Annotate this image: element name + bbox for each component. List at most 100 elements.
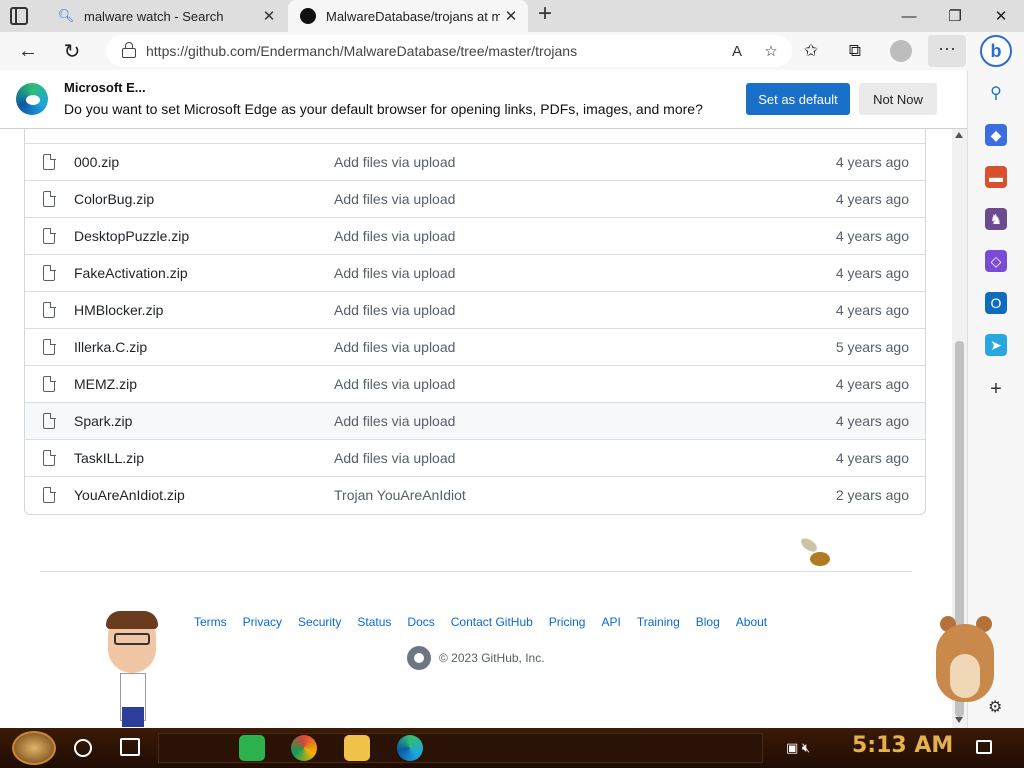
footer-link-docs[interactable]: Docs <box>407 615 434 629</box>
footer-link-api[interactable]: API <box>601 615 620 629</box>
microsoft-365-icon[interactable]: ◇ <box>985 250 1007 272</box>
scroll-up-arrow-icon[interactable] <box>955 132 963 138</box>
table-row[interactable]: Spark.zip Add files via upload 4 years a… <box>25 402 925 439</box>
bing-chat-icon[interactable]: b <box>980 35 1012 67</box>
table-row[interactable]: YouAreAnIdiot.zip Trojan YouAreAnIdiot 2… <box>25 476 925 513</box>
hamster-character[interactable] <box>928 604 1002 706</box>
edge-icon[interactable] <box>397 735 423 761</box>
url-text[interactable]: https://github.com/Endermanch/MalwareDat… <box>146 43 724 59</box>
table-row[interactable]: FakeActivation.zip Add files via upload … <box>25 254 925 291</box>
file-icon <box>43 375 56 392</box>
github-logo-icon[interactable] <box>407 646 431 670</box>
file-name-link[interactable]: DesktopPuzzle.zip <box>74 228 334 244</box>
file-name-link[interactable]: Spark.zip <box>74 413 334 429</box>
table-row[interactable]: MEMZ.zip Add files via upload 4 years ag… <box>25 365 925 402</box>
footer-link-privacy[interactable]: Privacy <box>243 615 282 629</box>
commit-message-link[interactable]: Add files via upload <box>334 228 799 244</box>
animated-cursor-icon <box>798 535 832 572</box>
back-button[interactable]: ← <box>13 36 43 66</box>
file-name-link[interactable]: Illerka.C.zip <box>74 339 334 355</box>
file-name-link[interactable]: MEMZ.zip <box>74 376 334 392</box>
task-view-icon[interactable] <box>120 738 140 756</box>
table-row[interactable]: DesktopPuzzle.zip Add files via upload 4… <box>25 217 925 254</box>
file-name-link[interactable]: FakeActivation.zip <box>74 265 334 281</box>
add-icon[interactable]: + <box>985 378 1007 400</box>
commit-message-link[interactable]: Add files via upload <box>334 339 799 355</box>
search-icon[interactable]: ⚲ <box>985 82 1007 104</box>
notes-app-icon[interactable] <box>239 735 265 761</box>
drop-icon[interactable]: ➤ <box>985 334 1007 356</box>
favorites-icon[interactable]: ✩ <box>796 36 826 66</box>
tools-icon[interactable]: ▬ <box>985 166 1007 188</box>
file-name-link[interactable]: YouAreAnIdiot.zip <box>74 487 334 503</box>
footer-link-training[interactable]: Training <box>637 615 680 629</box>
footer-links: Terms Privacy Security Status Docs Conta… <box>194 615 783 629</box>
table-row[interactable]: TaskILL.zip Add files via upload 4 years… <box>25 439 925 476</box>
tab-github[interactable]: MalwareDatabase/trojans at mas ✕ <box>288 0 528 32</box>
footer-link-blog[interactable]: Blog <box>696 615 720 629</box>
tab-search[interactable]: 🔍︎ malware watch - Search ✕ <box>46 0 286 32</box>
footer-divider <box>40 571 912 572</box>
buddy-legs <box>122 707 144 727</box>
footer-link-contact[interactable]: Contact GitHub <box>451 615 533 629</box>
address-bar[interactable]: https://github.com/Endermanch/MalwareDat… <box>106 35 792 67</box>
footer-link-terms[interactable]: Terms <box>194 615 227 629</box>
table-row[interactable]: Illerka.C.zip Add files via upload 5 yea… <box>25 328 925 365</box>
tab-actions-icon[interactable] <box>10 7 28 25</box>
outlook-icon[interactable]: O <box>985 292 1007 314</box>
not-now-button[interactable]: Not Now <box>859 83 937 115</box>
notification-icon[interactable] <box>976 740 992 754</box>
table-row[interactable]: 000.zip Add files via upload 4 years ago <box>25 143 925 180</box>
new-tab-button[interactable]: + <box>534 2 556 27</box>
footer-link-status[interactable]: Status <box>357 615 391 629</box>
shopping-icon[interactable]: ◆ <box>985 124 1007 146</box>
file-name-link[interactable]: ColorBug.zip <box>74 191 334 207</box>
commit-date: 2 years ago <box>835 487 909 503</box>
taskbar-apps <box>158 733 763 763</box>
github-icon <box>300 8 316 24</box>
search-icon[interactable] <box>74 739 92 757</box>
games-icon[interactable]: ♞ <box>985 208 1007 230</box>
table-row[interactable]: ColorBug.zip Add files via upload 4 year… <box>25 180 925 217</box>
add-favorite-icon[interactable]: ☆ <box>758 42 784 60</box>
refresh-button[interactable]: ↻ <box>57 36 87 66</box>
file-explorer-icon[interactable] <box>344 735 370 761</box>
commit-message-link[interactable]: Add files via upload <box>334 154 799 170</box>
footer-link-pricing[interactable]: Pricing <box>549 615 586 629</box>
start-button[interactable] <box>12 731 56 765</box>
commit-message-link[interactable]: Add files via upload <box>334 191 799 207</box>
desktop-buddy-character[interactable] <box>104 611 160 728</box>
buddy-glasses <box>114 633 150 645</box>
commit-message-link[interactable]: Trojan YouAreAnIdiot <box>334 487 799 503</box>
commit-message-link[interactable]: Add files via upload <box>334 413 799 429</box>
footer-link-security[interactable]: Security <box>298 615 341 629</box>
avatar[interactable] <box>890 40 912 62</box>
footer-link-about[interactable]: About <box>736 615 767 629</box>
more-menu-button[interactable]: ··· <box>928 35 966 67</box>
file-name-link[interactable]: HMBlocker.zip <box>74 302 334 318</box>
close-icon[interactable]: ✕ <box>500 7 522 25</box>
file-name-link[interactable]: 000.zip <box>74 154 334 170</box>
file-icon <box>43 301 56 318</box>
read-aloud-icon[interactable]: A <box>724 43 750 60</box>
table-row[interactable]: HMBlocker.zip Add files via upload 4 yea… <box>25 291 925 328</box>
commit-message-link[interactable]: Add files via upload <box>334 302 799 318</box>
commit-message-link[interactable]: Add files via upload <box>334 450 799 466</box>
commit-message-link[interactable]: Add files via upload <box>334 376 799 392</box>
buddy-hair <box>106 611 158 629</box>
collections-icon[interactable]: ⧉ <box>840 36 870 66</box>
clock[interactable]: 5:13 AM <box>852 733 953 758</box>
hamster-belly <box>950 654 980 698</box>
minimize-button[interactable]: — <box>886 0 932 32</box>
scroll-down-arrow-icon[interactable] <box>955 717 963 723</box>
close-icon[interactable]: ✕ <box>258 7 280 25</box>
system-tray[interactable]: ▣ 🔇︎ <box>786 740 810 756</box>
chrome-icon[interactable] <box>291 735 317 761</box>
close-window-button[interactable]: ✕ <box>978 0 1024 32</box>
set-default-button[interactable]: Set as default <box>746 83 850 115</box>
restore-button[interactable]: ❐ <box>932 0 978 32</box>
file-name-link[interactable]: TaskILL.zip <box>74 450 334 466</box>
commit-message-link[interactable]: Add files via upload <box>334 265 799 281</box>
lock-icon[interactable] <box>122 42 136 58</box>
file-icon <box>43 486 56 503</box>
